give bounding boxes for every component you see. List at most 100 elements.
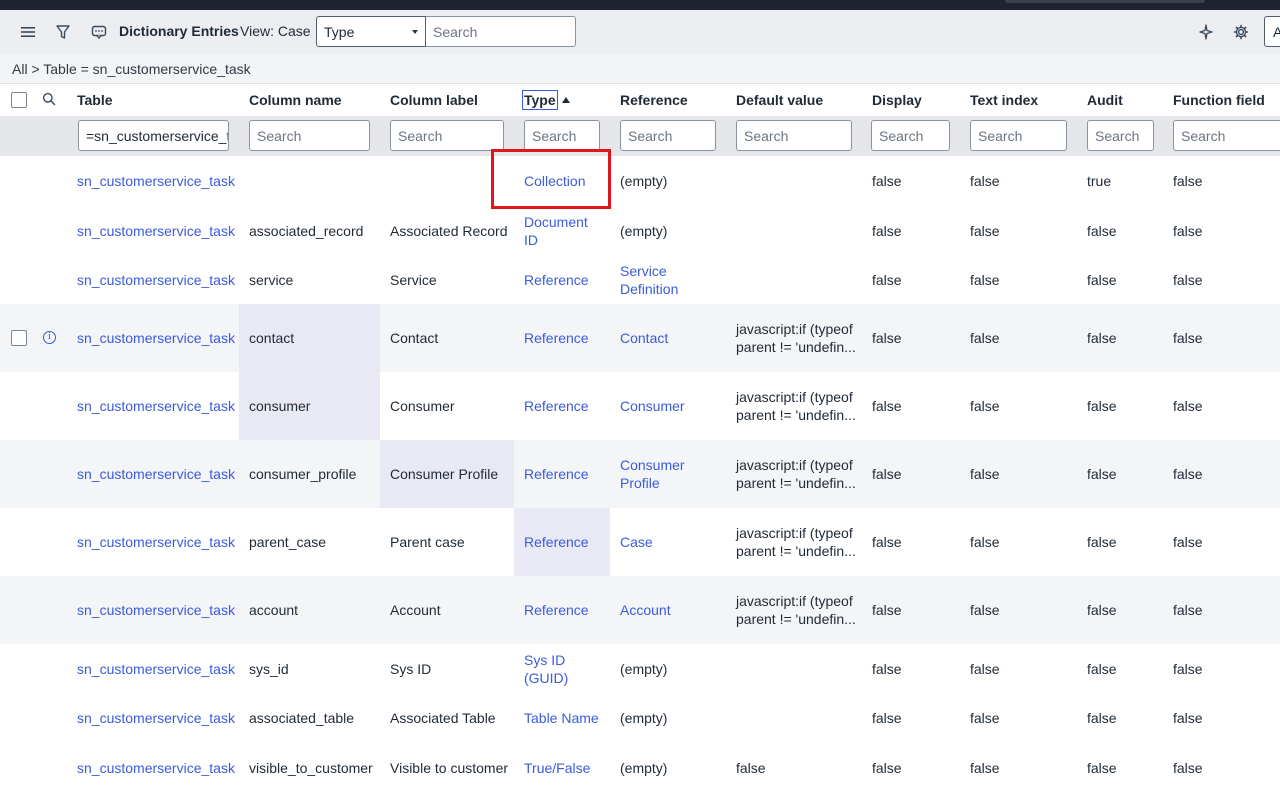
list-search-input[interactable]: Search (426, 16, 576, 47)
filter-input-type[interactable]: Search (524, 120, 600, 151)
column-header-column-label[interactable]: Column label (390, 92, 478, 108)
cell-type-text[interactable]: Reference (524, 465, 589, 483)
search-icon[interactable] (42, 92, 56, 109)
filter-icon[interactable] (52, 21, 74, 43)
cell-table[interactable]: sn_customerservice_task (77, 742, 242, 794)
gear-icon[interactable] (1230, 21, 1252, 43)
column-header-type[interactable]: Type (522, 90, 570, 110)
list-context-icon[interactable] (88, 21, 110, 43)
cell-table[interactable]: sn_customerservice_task (77, 440, 242, 508)
cell-table[interactable]: sn_customerservice_task (77, 576, 242, 644)
column-header-column-name[interactable]: Column name (249, 92, 342, 108)
cell-type-text[interactable]: Reference (524, 271, 589, 289)
column-header-table[interactable]: Table (77, 92, 113, 108)
cell-type-text[interactable]: Document ID (524, 213, 604, 249)
cell-table-text[interactable]: sn_customerservice_task (77, 660, 235, 678)
cell-reference-text[interactable]: Consumer (620, 397, 685, 415)
cell-type[interactable]: Document ID (524, 206, 604, 255)
filter-input-table[interactable]: =sn_customerservice_task (78, 120, 229, 151)
cell-table-text[interactable]: sn_customerservice_task (77, 759, 235, 777)
column-header-default-value[interactable]: Default value (736, 92, 823, 108)
table-row[interactable]: sn_customerservice_task associated_record… (0, 206, 1280, 255)
toolbar-right-button[interactable]: A (1264, 16, 1280, 47)
table-row[interactable]: sn_customerservice_task visible_to_custom… (0, 742, 1280, 794)
cell-reference[interactable]: Consumer Profile (620, 440, 720, 508)
cell-table-text[interactable]: sn_customerservice_task (77, 397, 235, 415)
filter-input-display[interactable]: Search (871, 120, 950, 151)
cell-type[interactable]: Reference (524, 372, 604, 440)
cell-type[interactable]: Reference (524, 255, 604, 304)
cell-reference[interactable]: Consumer (620, 372, 720, 440)
view-label[interactable]: View: Case (240, 23, 311, 39)
cell-table-text[interactable]: sn_customerservice_task (77, 601, 235, 619)
cell-table[interactable]: sn_customerservice_task (77, 508, 242, 576)
info-icon[interactable]: i (43, 331, 56, 344)
cell-type[interactable]: Reference (524, 440, 604, 508)
column-header-function-field[interactable]: Function field (1173, 92, 1265, 108)
cell-type[interactable]: Reference (524, 304, 604, 372)
cell-table[interactable]: sn_customerservice_task (77, 644, 242, 694)
cell-type-text[interactable]: Table Name (524, 709, 599, 727)
cell-table[interactable]: sn_customerservice_task (77, 206, 242, 255)
filter-input-column-label[interactable]: Search (390, 120, 504, 151)
column-header-audit[interactable]: Audit (1087, 92, 1123, 108)
table-row[interactable]: sn_customerservice_task service Service Ref… (0, 255, 1280, 304)
cell-table-text[interactable]: sn_customerservice_task (77, 271, 235, 289)
row-checkbox[interactable] (11, 330, 27, 346)
filter-input-column-name[interactable]: Search (249, 120, 370, 151)
cell-table-text[interactable]: sn_customerservice_task (77, 709, 235, 727)
table-row[interactable]: sn_customerservice_task account Account Ref… (0, 576, 1280, 644)
cell-table[interactable]: sn_customerservice_task (77, 694, 242, 742)
cell-reference-text[interactable]: Case (620, 533, 653, 551)
column-header-text-index[interactable]: Text index (970, 92, 1038, 108)
cell-type[interactable]: Reference (524, 576, 604, 644)
cell-reference-text[interactable]: Service Definition (620, 262, 720, 298)
cell-reference[interactable]: Case (620, 508, 720, 576)
column-header-display[interactable]: Display (872, 92, 922, 108)
filter-input-text-index[interactable]: Search (970, 120, 1067, 151)
cell-reference[interactable]: Service Definition (620, 255, 720, 304)
cell-type[interactable]: Sys ID (GUID) (524, 644, 604, 694)
table-row[interactable]: sn_customerservice_task consumer_profile C… (0, 440, 1280, 508)
cell-table-text[interactable]: sn_customerservice_task (77, 465, 235, 483)
cell-type[interactable]: Table Name (524, 694, 604, 742)
cell-reference-text[interactable]: Consumer Profile (620, 456, 720, 492)
column-header-reference[interactable]: Reference (620, 92, 688, 108)
filter-input-function-field[interactable]: Search (1173, 120, 1280, 151)
cell-type[interactable]: True/False (524, 742, 604, 794)
table-row[interactable]: sn_customerservice_task associated_table A… (0, 694, 1280, 742)
cell-reference-text[interactable]: Contact (620, 329, 668, 347)
cell-table[interactable]: sn_customerservice_task (77, 156, 242, 206)
cell-type-text[interactable]: True/False (524, 759, 590, 777)
cell-table[interactable]: sn_customerservice_task (77, 304, 242, 372)
table-row[interactable]: sn_customerservice_task parent_case Parent… (0, 508, 1280, 576)
cell-table-text[interactable]: sn_customerservice_task (77, 329, 235, 347)
cell-reference[interactable]: Account (620, 576, 720, 644)
cell-display: false (872, 372, 952, 440)
table-row[interactable]: sn_customerservice_task sys_id Sys ID Sys I… (0, 644, 1280, 694)
cell-type-text[interactable]: Reference (524, 601, 589, 619)
cell-reference-text[interactable]: Account (620, 601, 671, 619)
table-row[interactable]: sn_customerservice_task consumer Consumer R… (0, 372, 1280, 440)
select-all-checkbox[interactable] (11, 92, 27, 108)
cell-type-text[interactable]: Sys ID (GUID) (524, 651, 604, 687)
cell-table-text[interactable]: sn_customerservice_task (77, 172, 235, 190)
cell-table-text[interactable]: sn_customerservice_task (77, 222, 235, 240)
cell-type[interactable]: Reference (524, 508, 604, 576)
cell-type-text[interactable]: Reference (524, 533, 589, 551)
breadcrumb[interactable]: All > Table = sn_customerservice_task (0, 54, 1280, 84)
cell-type-text[interactable]: Reference (524, 329, 589, 347)
table-row[interactable]: i sn_customerservice_task contact Contact Re… (0, 304, 1280, 372)
filter-input-default-value[interactable]: Search (736, 120, 852, 151)
filter-input-audit[interactable]: Search (1087, 120, 1154, 151)
cell-reference[interactable]: Contact (620, 304, 720, 372)
hamburger-menu-icon[interactable] (17, 21, 39, 43)
cell-table[interactable]: sn_customerservice_task (77, 255, 242, 304)
cell-type-text[interactable]: Reference (524, 397, 589, 415)
sparkle-icon[interactable] (1194, 21, 1216, 43)
cell-table-text[interactable]: sn_customerservice_task (77, 533, 235, 551)
table-row[interactable]: sn_customerservice_task Collection (empty)… (0, 156, 1280, 206)
filter-input-reference[interactable]: Search (620, 120, 716, 151)
cell-table[interactable]: sn_customerservice_task (77, 372, 242, 440)
search-field-select[interactable]: Type (316, 16, 426, 47)
